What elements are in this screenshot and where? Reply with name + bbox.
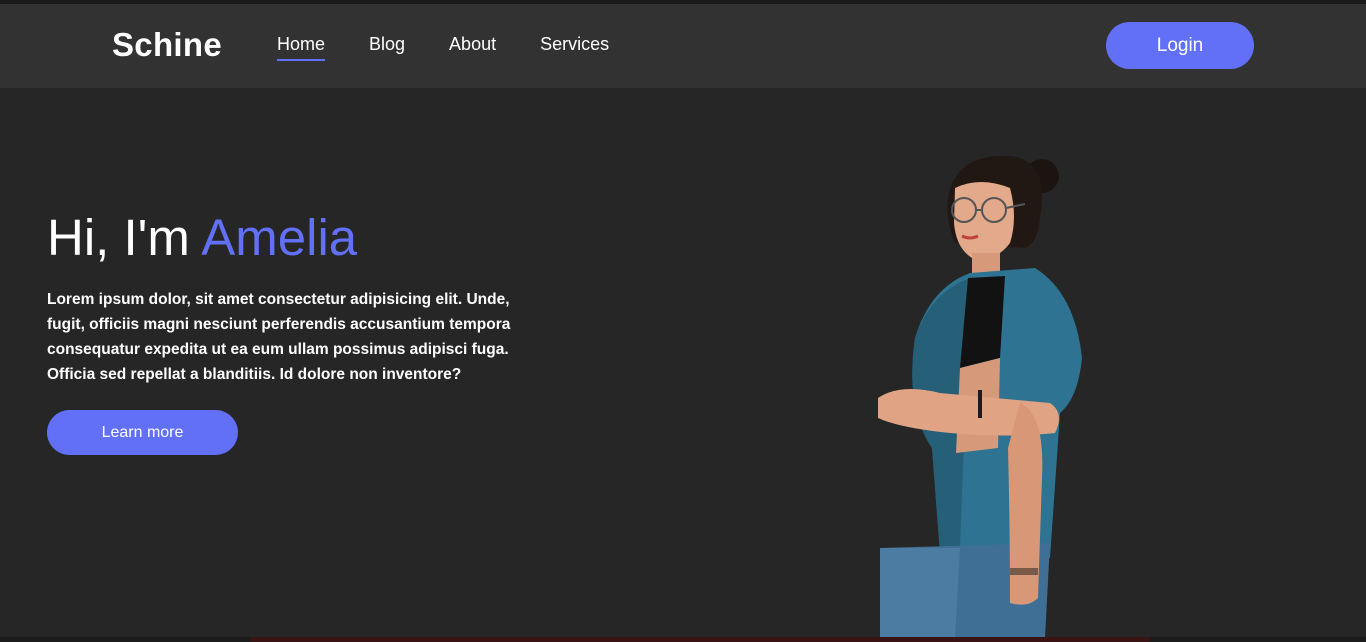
nav-home[interactable]: Home xyxy=(277,32,326,61)
hero-description-line: fugit, officiis magni nesciunt perferend… xyxy=(47,316,511,333)
site-header: Schine Home Blog About Services Login xyxy=(0,4,1366,88)
nav-blog[interactable]: Blog xyxy=(369,32,405,56)
hero-description-line: Officia sed repellat a blanditiis. Id do… xyxy=(47,366,462,383)
hero-title: Hi, I'm Amelia xyxy=(47,208,357,267)
hero-greeting: Hi, I'm xyxy=(47,209,190,266)
main-nav: Home Blog About Services xyxy=(277,32,653,61)
hero-description: Lorem ipsum dolor, sit amet consectetur … xyxy=(47,287,567,387)
learn-more-button[interactable]: Learn more xyxy=(47,410,238,455)
bottom-accent-strip xyxy=(250,637,1150,642)
hero-name: Amelia xyxy=(201,209,358,266)
nav-services[interactable]: Services xyxy=(540,32,609,56)
site-logo[interactable]: Schine xyxy=(112,26,222,64)
hero-portrait-image xyxy=(878,155,1082,638)
login-button[interactable]: Login xyxy=(1106,22,1254,69)
nav-about[interactable]: About xyxy=(449,32,496,56)
page-bottom-border xyxy=(0,637,1366,642)
hero-description-line: Lorem ipsum dolor, sit amet consectetur … xyxy=(47,291,510,308)
hero-description-line: consequatur expedita ut ea eum ullam pos… xyxy=(47,341,509,358)
